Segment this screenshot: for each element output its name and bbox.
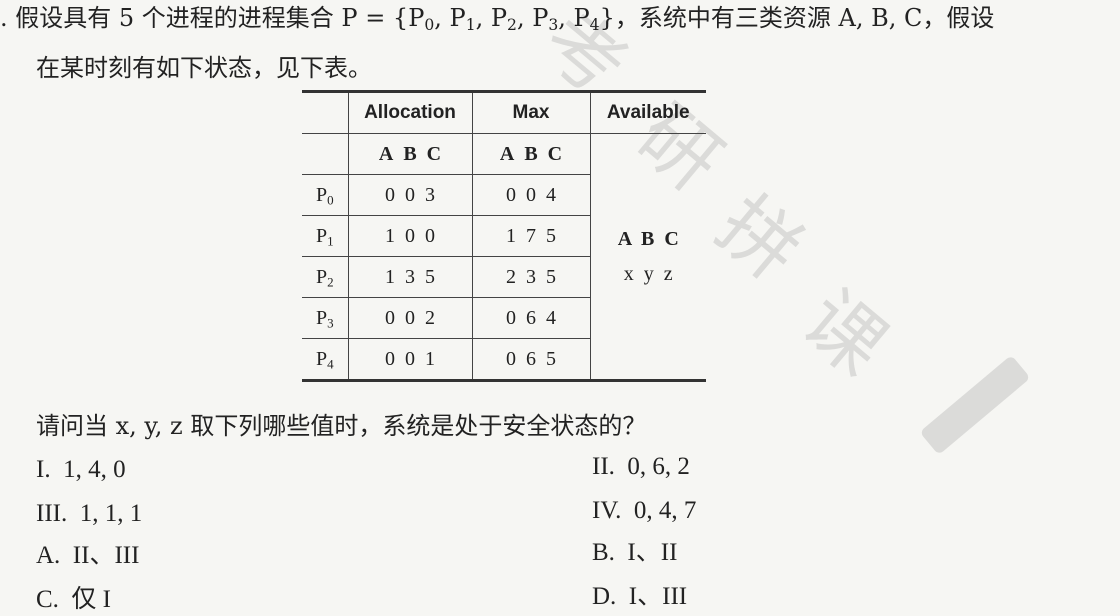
process-name: P3 [302,297,349,339]
process-name: P0 [302,174,349,216]
header-allocation: Allocation [347,91,473,134]
max-cell: 2 3 5 [471,256,591,298]
answer-choice-b[interactable]: B. I、II [592,538,677,568]
max-cell: 0 0 4 [471,174,591,216]
max-subheader: A B C [471,133,591,175]
max-cell: 0 6 4 [471,297,591,339]
allocation-cell: 1 0 0 [347,215,473,257]
max-cell: 0 6 5 [471,338,591,381]
process-name: P4 [302,338,349,381]
option-iv: IV. 0, 4, 7 [592,497,697,524]
max-cell: 1 7 5 [471,215,591,257]
option-iii: III. 1, 1, 1 [36,500,143,527]
allocation-cell: 0 0 1 [347,338,473,381]
process-name: P1 [302,215,349,257]
resource-table: Allocation Max Available A B C A B C A B… [302,90,706,382]
available-resources: A B C [617,227,679,250]
allocation-subheader: A B C [347,133,473,175]
header-available: Available [589,91,706,134]
header-max: Max [471,91,591,134]
watermark-char: 拼 [700,179,818,299]
watermark-char: 课 [785,274,903,394]
process-name: P2 [302,256,349,298]
table-corner [302,91,349,134]
question-line-2: 在某时刻有如下状态，见下表。 [36,54,372,82]
watermark-stroke [919,354,1031,456]
question-line-1: . 假设具有 5 个进程的进程集合 P = {P0, P1, P2, P3, P… [0,4,995,34]
option-ii: II. 0, 6, 2 [592,453,690,480]
available-values: x y z [623,262,673,285]
available-cell: A B C x y z [589,133,706,381]
table-corner [302,133,349,175]
answer-choice-a[interactable]: A. II、III [36,541,139,571]
allocation-cell: 1 3 5 [347,256,473,298]
option-i: I. 1, 4, 0 [36,456,126,483]
allocation-cell: 0 0 3 [347,174,473,216]
question-prompt: 请问当 x, y, z 取下列哪些值时，系统是处于安全状态的？ [36,412,647,440]
answer-choice-c[interactable]: C. 仅 I [36,585,111,615]
answer-choice-d[interactable]: D. I、III [592,582,687,612]
allocation-cell: 0 0 2 [347,297,473,339]
